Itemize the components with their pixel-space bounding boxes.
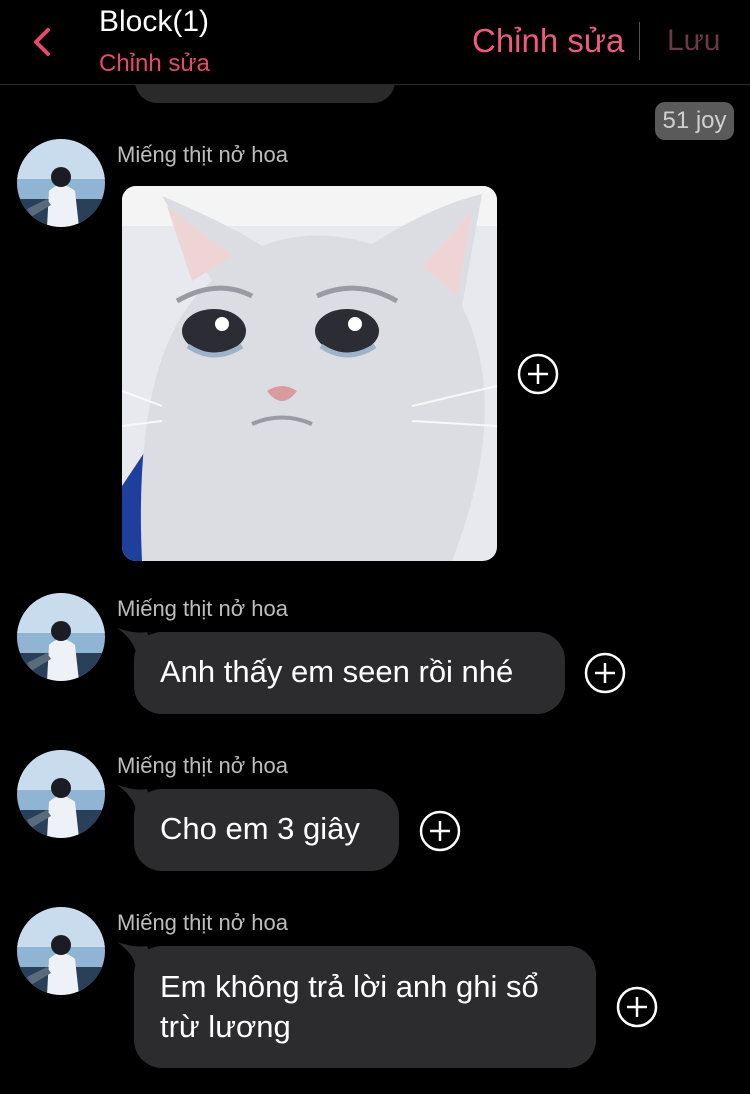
save-button[interactable]: Lưu [667, 24, 720, 58]
edit-button[interactable]: Chỉnh sửa [472, 22, 624, 60]
sender-avatar[interactable] [17, 593, 105, 681]
sender-name: Miếng thịt nở hoa [117, 596, 288, 621]
sender-avatar[interactable] [17, 907, 105, 995]
message-bubble[interactable]: Em không trả lời anh ghi sổ trừ lương [134, 946, 596, 1068]
joy-badge: 51 joy [655, 102, 734, 140]
nav-header: Block(1) Chỉnh sửa Chỉnh sửa Lưu [0, 0, 750, 85]
message-text-line-1: Em không trả lời anh ghi sổ [160, 969, 539, 1004]
back-chevron-icon[interactable] [28, 22, 58, 62]
message-bubble[interactable]: Anh thấy em seen rồi nhé [134, 632, 565, 714]
sender-name: Miếng thịt nở hoa [117, 142, 288, 167]
chat-subtitle: Chỉnh sửa [99, 50, 210, 77]
message-text-line-2: trừ lương [160, 1009, 291, 1044]
chat-title: Block(1) [99, 5, 210, 38]
message-text: Anh thấy em seen rồi nhé [160, 654, 514, 689]
crying-cat-image[interactable] [122, 186, 497, 561]
sender-avatar[interactable] [17, 750, 105, 838]
header-divider [639, 22, 640, 60]
message-text: Cho em 3 giây [160, 811, 360, 846]
sender-name: Miếng thịt nở hoa [117, 753, 288, 778]
sender-avatar[interactable] [17, 139, 105, 227]
add-reaction-icon[interactable] [584, 652, 626, 694]
sender-name: Miếng thịt nở hoa [117, 910, 288, 935]
add-reaction-icon[interactable] [616, 986, 658, 1028]
message-bubble[interactable]: Cho em 3 giây [134, 789, 399, 871]
add-reaction-icon[interactable] [517, 353, 559, 395]
add-reaction-icon[interactable] [419, 810, 461, 852]
